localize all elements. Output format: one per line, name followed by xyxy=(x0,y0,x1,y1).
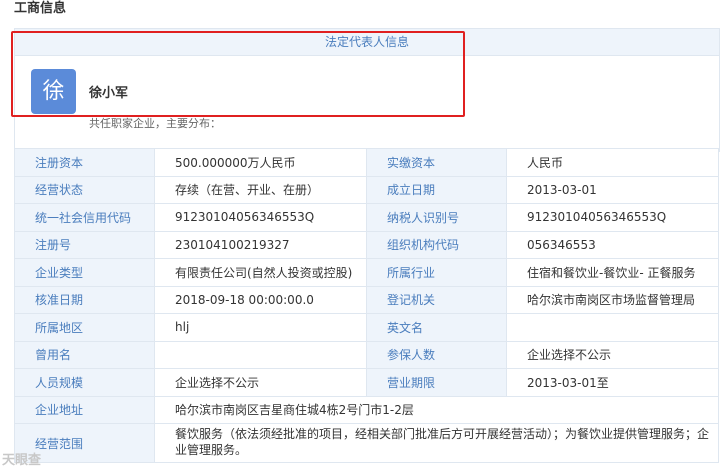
table-row: 所属地区 hlj 英文名 xyxy=(14,313,719,342)
field-value: 230104100219327 xyxy=(154,230,367,259)
field-label: 英文名 xyxy=(366,313,507,342)
field-label: 组织机构代码 xyxy=(366,230,507,259)
table-row: 人员规模 企业选择不公示 营业期限 2013-03-01至 xyxy=(14,368,719,397)
legal-rep-hint: 共任职家企业，主要分布： xyxy=(89,117,221,130)
field-label: 企业类型 xyxy=(14,258,155,287)
table-row: 曾用名 参保人数 企业选择不公示 xyxy=(14,340,719,369)
field-value: 2013-03-01 xyxy=(506,175,719,204)
table-row: 统一社会信用代码 91230104056346553Q 纳税人识别号 91230104… xyxy=(14,203,719,232)
section-title: 工商信息 xyxy=(14,1,67,16)
field-value: 有限责任公司(自然人投资或控股) xyxy=(154,258,367,287)
field-value: 人民币 xyxy=(506,148,719,177)
field-value: 91230104056346553Q xyxy=(506,203,719,232)
field-value: 哈尔滨市南岗区吉星商住城4栋2号门市1-2层 xyxy=(154,395,719,424)
field-value: 2013-03-01至 xyxy=(506,368,719,397)
field-label: 实缴资本 xyxy=(366,148,507,177)
field-label: 企业地址 xyxy=(14,395,155,424)
field-label: 人员规模 xyxy=(14,368,155,397)
field-label: 所属地区 xyxy=(14,313,155,342)
field-label: 成立日期 xyxy=(366,175,507,204)
field-label: 曾用名 xyxy=(14,340,155,369)
table-row: 注册资本 500.000000万人民币 实缴资本 人民币 xyxy=(14,148,719,177)
table-row: 经营范围 餐饮服务（依法须经批准的项目，经相关部门批准后方可开展经营活动）；为餐饮… xyxy=(14,423,719,463)
field-value: 存续（在营、开业、在册） xyxy=(154,175,367,204)
field-label: 注册号 xyxy=(14,230,155,259)
field-value: 500.000000万人民币 xyxy=(154,148,367,177)
field-label: 参保人数 xyxy=(366,340,507,369)
watermark: 天眼查 xyxy=(2,453,42,468)
table-row: 注册号 230104100219327 组织机构代码 056346553 xyxy=(14,230,719,259)
field-value: hlj xyxy=(154,313,367,342)
field-label: 登记机关 xyxy=(366,285,507,314)
field-value: 企业选择不公示 xyxy=(506,340,719,369)
legal-rep-name[interactable]: 徐小军 xyxy=(89,82,128,101)
field-value: 企业选择不公示 xyxy=(154,368,367,397)
field-value xyxy=(154,340,367,369)
field-label: 核准日期 xyxy=(14,285,155,314)
field-value: 哈尔滨市南岗区市场监督管理局 xyxy=(506,285,719,314)
field-value: 056346553 xyxy=(506,230,719,259)
field-label: 所属行业 xyxy=(366,258,507,287)
field-label: 注册资本 xyxy=(14,148,155,177)
table-row: 企业类型 有限责任公司(自然人投资或控股) 所属行业 住宿和餐饮业-餐饮业- 正餐服务 xyxy=(14,258,719,287)
legal-rep-panel: 法定代表人信息 徐 徐小军 共任职家企业，主要分布： xyxy=(14,28,720,152)
field-label: 统一社会信用代码 xyxy=(14,203,155,232)
table-row: 经营状态 存续（在营、开业、在册） 成立日期 2013-03-01 xyxy=(14,175,719,204)
avatar[interactable]: 徐 xyxy=(31,69,76,114)
table-row: 核准日期 2018-09-18 00:00:00.0 登记机关 哈尔滨市南岗区市场监督… xyxy=(14,285,719,314)
field-label: 经营状态 xyxy=(14,175,155,204)
business-info-table: 注册资本 500.000000万人民币 实缴资本 人民币 经营状态 存续（在营、开业、在册… xyxy=(14,148,719,463)
field-label: 营业期限 xyxy=(366,368,507,397)
field-value: 91230104056346553Q xyxy=(154,203,367,232)
field-value xyxy=(506,313,719,342)
legal-rep-header: 法定代表人信息 xyxy=(15,29,719,56)
field-value: 餐饮服务（依法须经批准的项目，经相关部门批准后方可开展经营活动）；为餐饮业提供管… xyxy=(154,423,719,463)
field-label: 纳税人识别号 xyxy=(366,203,507,232)
field-value: 2018-09-18 00:00:00.0 xyxy=(154,285,367,314)
table-row: 企业地址 哈尔滨市南岗区吉星商住城4栋2号门市1-2层 xyxy=(14,395,719,424)
field-value: 住宿和餐饮业-餐饮业- 正餐服务 xyxy=(506,258,719,287)
